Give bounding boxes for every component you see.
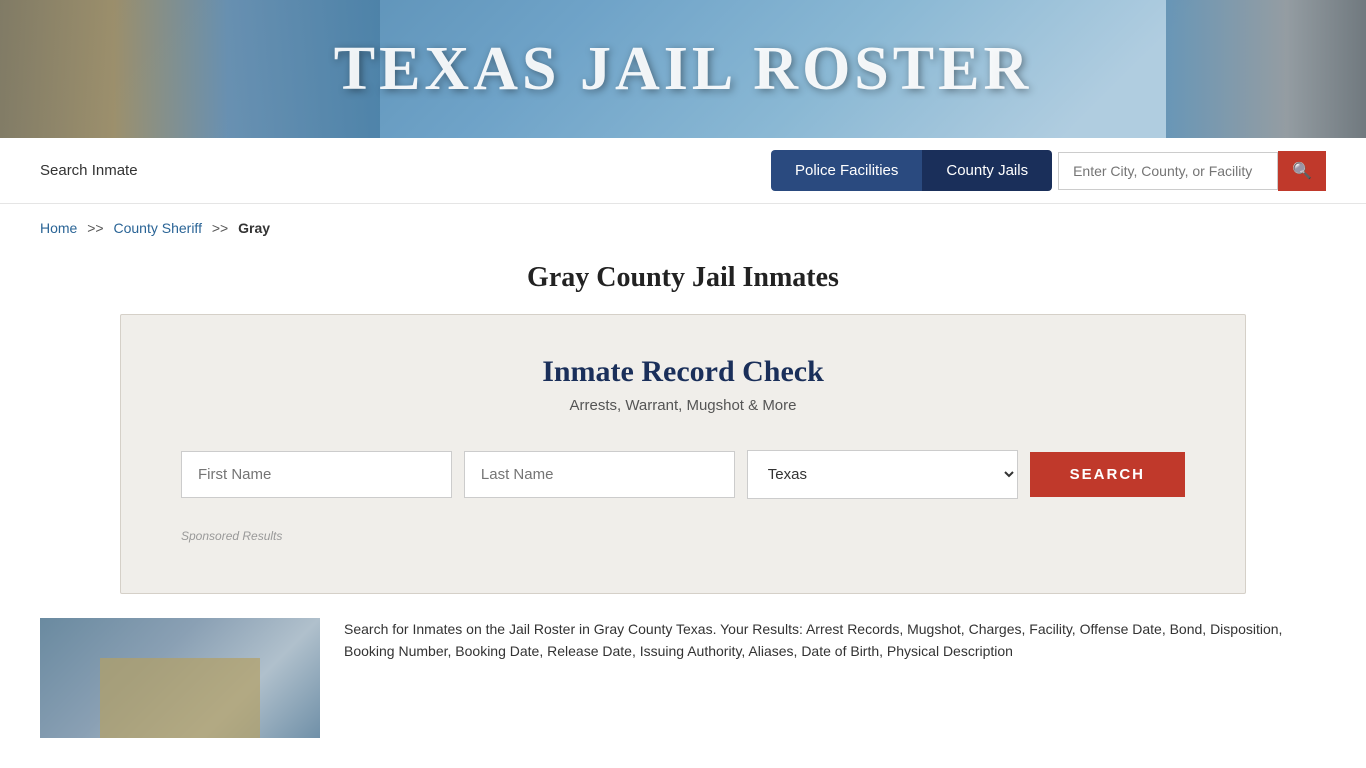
record-check-form: TexasAlabamaAlaskaArizonaArkansasCalifor…	[181, 450, 1185, 499]
keys-image	[1166, 0, 1366, 138]
breadcrumb-sep1: >>	[87, 220, 103, 236]
breadcrumb: Home >> County Sheriff >> Gray	[0, 204, 1366, 252]
state-select[interactable]: TexasAlabamaAlaskaArizonaArkansasCalifor…	[747, 450, 1018, 499]
record-check-box: Inmate Record Check Arrests, Warrant, Mu…	[120, 314, 1246, 594]
building-shape	[100, 658, 260, 738]
sponsored-label: Sponsored Results	[181, 529, 1185, 543]
nav-bar: Search Inmate Police Facilities County J…	[0, 138, 1366, 204]
capitol-image	[0, 0, 380, 138]
breadcrumb-sep2: >>	[212, 220, 228, 236]
facility-search-button[interactable]: 🔍	[1278, 151, 1326, 191]
search-record-button[interactable]: SEARCH	[1030, 452, 1185, 497]
search-icon: 🔍	[1292, 163, 1312, 180]
facility-search-wrap: 🔍	[1058, 151, 1326, 191]
county-jails-button[interactable]: County Jails	[922, 150, 1052, 191]
record-check-subtitle: Arrests, Warrant, Mugshot & More	[181, 397, 1185, 414]
last-name-input[interactable]	[464, 451, 735, 498]
county-building-image	[40, 618, 320, 738]
search-inmate-label: Search Inmate	[40, 162, 771, 179]
nav-right: Police Facilities County Jails 🔍	[771, 150, 1326, 191]
site-title: Texas Jail Roster	[334, 34, 1033, 105]
header-banner: Texas Jail Roster	[0, 0, 1366, 138]
police-facilities-button[interactable]: Police Facilities	[771, 150, 922, 191]
breadcrumb-county-sheriff[interactable]: County Sheriff	[114, 220, 202, 236]
record-check-title: Inmate Record Check	[181, 355, 1185, 389]
breadcrumb-current: Gray	[238, 220, 270, 236]
description-text: Search for Inmates on the Jail Roster in…	[344, 618, 1326, 738]
facility-search-input[interactable]	[1058, 152, 1278, 190]
breadcrumb-home[interactable]: Home	[40, 220, 77, 236]
first-name-input[interactable]	[181, 451, 452, 498]
bottom-section: Search for Inmates on the Jail Roster in…	[0, 618, 1366, 738]
page-title: Gray County Jail Inmates	[0, 262, 1366, 294]
